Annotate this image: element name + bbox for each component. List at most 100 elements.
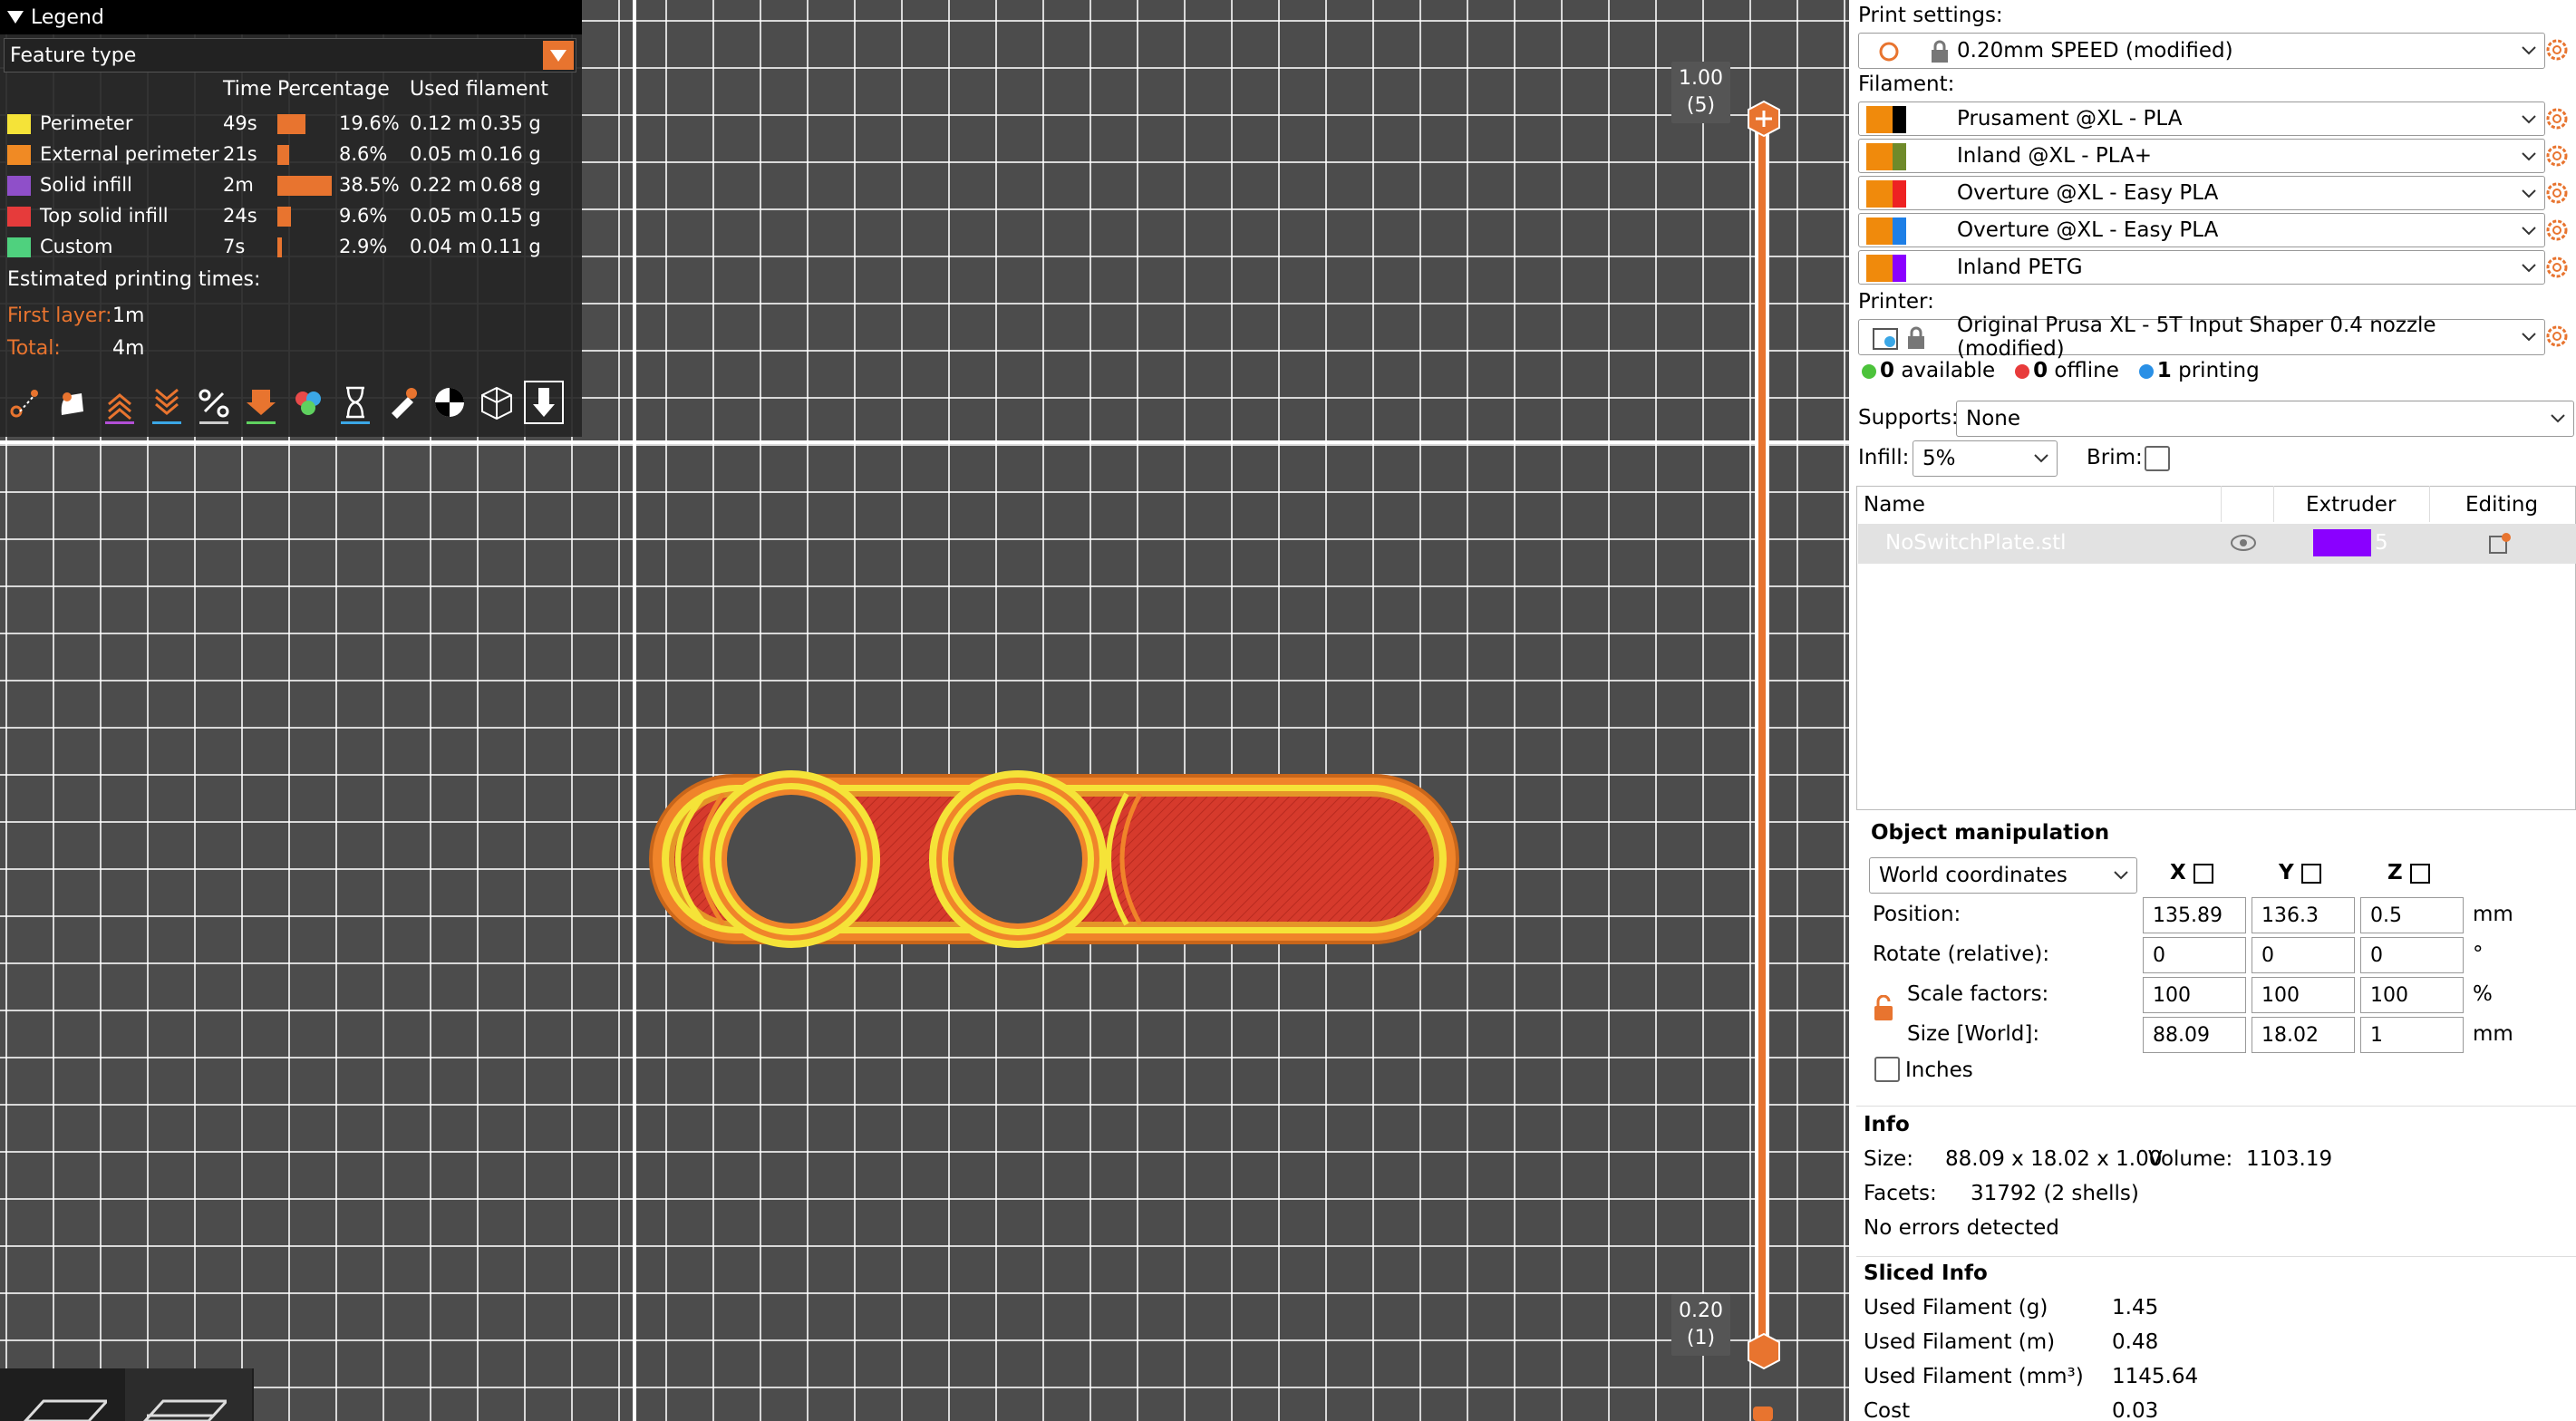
legend-swatch: [7, 176, 31, 196]
legend-length: 0.05 m: [410, 205, 477, 227]
gear-icon[interactable]: [2543, 254, 2571, 281]
layer-slider-track[interactable]: [1755, 109, 1769, 1359]
retractions-icon[interactable]: [53, 381, 92, 424]
filament-combo[interactable]: Overture @XL - Easy PLA: [1858, 176, 2545, 210]
shells-icon[interactable]: [430, 381, 470, 424]
slider-cog-icon[interactable]: [1749, 1403, 1777, 1421]
legend-length: 0.12 m: [410, 112, 477, 134]
col-percentage: Percentage: [277, 78, 390, 101]
legend-row[interactable]: Solid infill 2m 38.5% 0.22 m 0.68 g: [0, 170, 582, 201]
first-layer-label: First layer:: [7, 304, 112, 327]
position-x-field[interactable]: 135.89: [2143, 897, 2246, 933]
filament-combo[interactable]: Overture @XL - Easy PLA: [1858, 213, 2545, 247]
right-sidebar: Print settings: 0.20mm SPEED (modified) …: [1849, 0, 2576, 1421]
supports-combo[interactable]: None: [1956, 401, 2574, 437]
color-changes-icon[interactable]: [241, 381, 281, 424]
pause-icon[interactable]: [288, 381, 328, 424]
dropdown-arrow-icon[interactable]: [543, 41, 574, 70]
printer-combo[interactable]: Original Prusa XL - 5T Input Shaper 0.4 …: [1858, 314, 2545, 361]
rotate-unit: °: [2473, 942, 2484, 966]
extruder-value: 5: [2375, 531, 2388, 555]
size-z-field[interactable]: 1: [2360, 1017, 2464, 1053]
legend-swatch: [7, 237, 31, 257]
slider-bottom-thumb-icon[interactable]: [1745, 1332, 1783, 1370]
view-3d-icon[interactable]: [16, 1383, 107, 1421]
filament-name: Prusament @XL - PLA: [1957, 107, 2183, 130]
travel-icon[interactable]: [5, 381, 45, 424]
brim-checkbox[interactable]: [2145, 446, 2170, 471]
inches-checkbox[interactable]: [1874, 1057, 1900, 1082]
legend-length: 0.04 m: [410, 236, 477, 257]
center-of-gravity-icon[interactable]: [383, 381, 422, 424]
legend-weight: 0.68 g: [480, 174, 541, 196]
legend-toolbar: [5, 381, 564, 424]
object-row[interactable]: NoSwitchPlate.stl 5: [1858, 524, 2576, 564]
offline-label: offline: [2054, 359, 2119, 382]
scale-lock-icon[interactable]: [1873, 995, 1894, 1022]
axis-y-label: Y: [2279, 861, 2321, 884]
legend-weight: 0.11 g: [480, 236, 541, 257]
filament-combo[interactable]: Inland PETG: [1858, 250, 2545, 285]
legend-row[interactable]: Custom 7s 2.9% 0.04 m 0.11 g: [0, 232, 582, 263]
filament-name: Overture @XL - Easy PLA: [1957, 218, 2219, 242]
eye-icon[interactable]: [2230, 533, 2257, 553]
position-y-field[interactable]: 136.3: [2252, 897, 2355, 933]
printing-count: 1: [2156, 359, 2172, 382]
sliced-part-preview[interactable]: [642, 767, 1467, 948]
wireframe-icon[interactable]: [477, 381, 517, 424]
legend-swatch: [7, 114, 31, 134]
gear-icon[interactable]: [2543, 179, 2571, 207]
legend-percent-bar: [277, 237, 282, 257]
gear-icon[interactable]: [2543, 142, 2571, 169]
scale-label: Scale factors:: [1907, 982, 2049, 1006]
seams-icon[interactable]: [147, 381, 187, 424]
legend-percent: 2.9%: [339, 236, 388, 257]
view-preview-icon[interactable]: [136, 1383, 227, 1421]
drop-to-bed-icon: [2193, 863, 2213, 884]
gear-icon[interactable]: [2543, 217, 2571, 244]
legend-swatch: [7, 207, 31, 227]
filament-color-swatch: [1866, 218, 1907, 245]
rotate-z-field[interactable]: 0: [2360, 937, 2464, 973]
extruder-swatch[interactable]: [2313, 529, 2371, 556]
rotate-y-field[interactable]: 0: [2252, 937, 2355, 973]
legend-row[interactable]: Perimeter 49s 19.6% 0.12 m 0.35 g: [0, 109, 582, 140]
position-z-field[interactable]: 0.5: [2360, 897, 2464, 933]
size-y-field[interactable]: 18.02: [2252, 1017, 2355, 1053]
size-x-field[interactable]: 88.09: [2143, 1017, 2246, 1053]
filament-combo[interactable]: Prusament @XL - PLA: [1858, 102, 2545, 136]
legend-row[interactable]: External perimeter 21s 8.6% 0.05 m 0.16 …: [0, 140, 582, 170]
sliced-info-title: Sliced Info: [1864, 1262, 1988, 1285]
custom-gcode-icon[interactable]: [335, 381, 375, 424]
tool-changes-icon[interactable]: [194, 381, 234, 424]
collapse-triangle-icon[interactable]: [7, 11, 24, 24]
scale-z-field[interactable]: 100: [2360, 977, 2464, 1013]
gear-icon[interactable]: [2543, 323, 2571, 350]
col-extruder: Extruder: [2306, 493, 2397, 517]
coordinate-system-value: World coordinates: [1879, 864, 2068, 887]
sliced-info-label: Cost: [1864, 1399, 1911, 1421]
slider-bottom-layer: (1): [1686, 1327, 1716, 1349]
coordinate-system-combo[interactable]: World coordinates: [1869, 857, 2137, 894]
printing-label: printing: [2178, 359, 2260, 382]
drop-to-bed-icon: [2300, 863, 2321, 884]
legend-header[interactable]: Legend: [0, 0, 582, 34]
print-settings-combo[interactable]: 0.20mm SPEED (modified): [1858, 33, 2545, 69]
first-layer-value: 1m: [112, 304, 145, 327]
sliced-info-value: 1145.64: [2112, 1365, 2199, 1388]
slider-top-thumb-icon[interactable]: [1745, 100, 1783, 138]
scale-y-field[interactable]: 100: [2252, 977, 2355, 1013]
tool-marker-icon[interactable]: [524, 381, 564, 424]
edit-settings-icon[interactable]: [2487, 531, 2513, 556]
available-label: available: [1901, 359, 1996, 382]
deretractions-icon[interactable]: [100, 381, 140, 424]
scale-x-field[interactable]: 100: [2143, 977, 2246, 1013]
legend-row[interactable]: Top solid infill 24s 9.6% 0.05 m 0.15 g: [0, 201, 582, 232]
filament-name: Overture @XL - Easy PLA: [1957, 181, 2219, 205]
filament-combo[interactable]: Inland @XL - PLA+: [1858, 139, 2545, 173]
rotate-x-field[interactable]: 0: [2143, 937, 2246, 973]
gear-icon[interactable]: [2543, 105, 2571, 132]
gear-icon[interactable]: [2543, 36, 2571, 63]
infill-combo[interactable]: 5%: [1913, 440, 2058, 477]
view-type-combo[interactable]: Feature type: [4, 38, 576, 72]
